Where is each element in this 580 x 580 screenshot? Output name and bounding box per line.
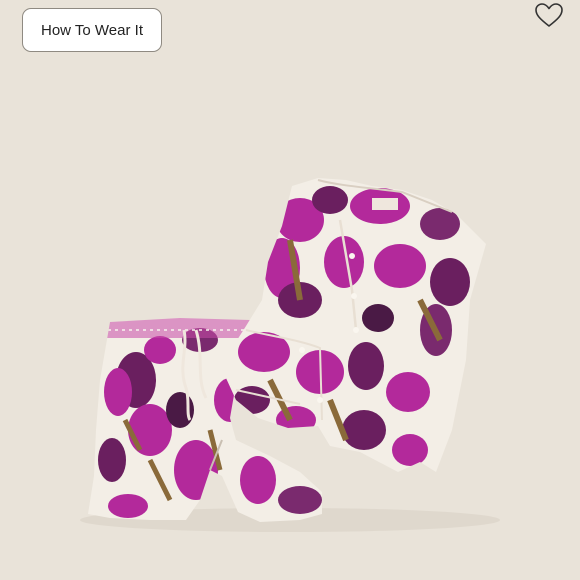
pajama-set-image bbox=[80, 178, 500, 532]
